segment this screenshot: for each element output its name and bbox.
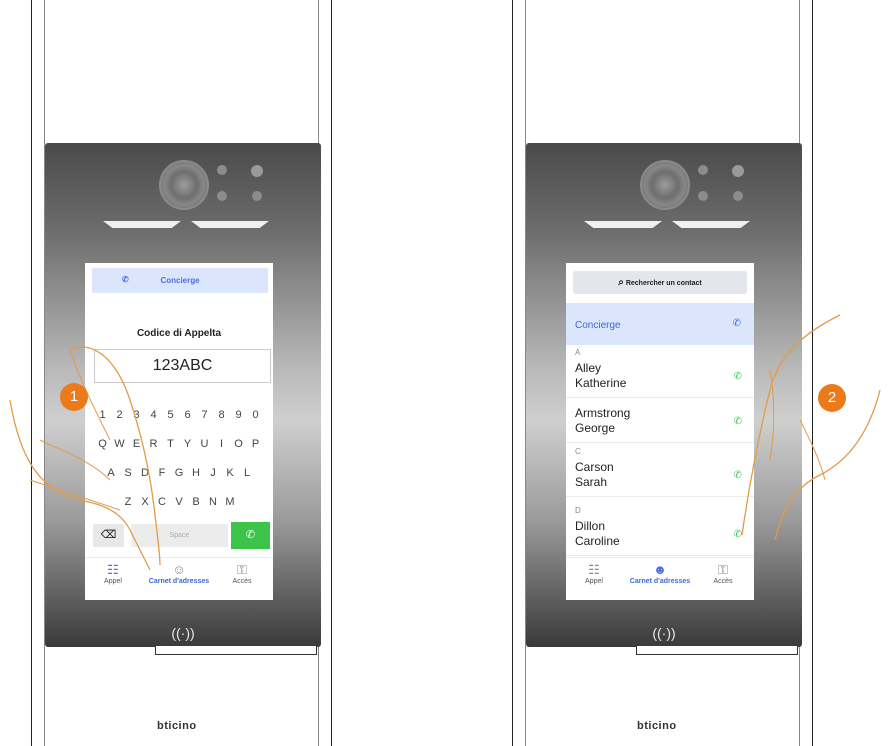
concierge-label: Concierge <box>160 276 200 285</box>
keyboard-key[interactable]: 9 <box>230 409 247 421</box>
nav-call-label: Appel <box>585 578 603 585</box>
keyboard-key[interactable]: 0 <box>247 409 264 421</box>
keyboard-key[interactable]: I <box>213 438 230 450</box>
search-label: Rechercher un contact <box>625 280 702 287</box>
step-badge: 2 <box>818 384 846 412</box>
sensor-dot <box>733 191 743 201</box>
panel-base-ledge <box>155 646 317 655</box>
bottom-nav: ☷ Appel ☻ Carnet d'adresses ⚿ Accès <box>566 557 754 600</box>
left-frame-rail <box>331 0 332 746</box>
panel-base-ledge <box>636 646 798 655</box>
light-slot <box>191 221 269 228</box>
nav-access[interactable]: ⚿ Accès <box>706 562 740 585</box>
sensor-dot <box>252 191 262 201</box>
sensor-dot <box>251 165 263 177</box>
keyboard-key[interactable]: P <box>247 438 264 450</box>
brand-logo: bticino <box>157 720 197 732</box>
code-title: Codice di Appelta <box>136 328 222 339</box>
nfc-reader-icon: ((·)) <box>652 625 676 641</box>
contact-name: Carson Sarah <box>575 460 614 489</box>
nav-addressbook-label: Carnet d'adresses <box>629 578 691 585</box>
phone-icon: ✆ <box>245 529 256 541</box>
keyboard-key[interactable]: M <box>222 496 239 508</box>
nav-access-label: Accès <box>232 578 252 585</box>
contacts-icon: ☻ <box>653 562 667 577</box>
contact-name: Dillon Caroline <box>575 519 620 548</box>
sensor-dot <box>732 165 744 177</box>
light-slot <box>672 221 750 228</box>
keyboard-key[interactable]: O <box>230 438 247 450</box>
sensor-dot <box>217 191 227 201</box>
step-badge: 1 <box>60 383 88 411</box>
search-icon: ⌕ <box>618 277 624 288</box>
touch-screen: ⌕ Rechercher un contact Concierge ✆ A Al… <box>566 263 754 600</box>
section-letter: D <box>575 506 581 515</box>
camera-lens <box>159 160 209 210</box>
call-button[interactable]: ✆ <box>231 522 270 549</box>
pointing-hand-illustration <box>9 346 161 571</box>
keyboard-key[interactable]: K <box>222 467 239 479</box>
concierge-call-button[interactable]: ✆ Concierge <box>92 268 268 293</box>
key-icon: ⚿ <box>718 562 728 577</box>
keyboard-key[interactable]: L <box>239 467 256 479</box>
concierge-label: Concierge <box>575 320 621 331</box>
contact-row[interactable]: Alley Katherine ✆ <box>566 359 754 398</box>
sensor-dot <box>217 165 227 175</box>
pointing-hand-illustration <box>741 314 881 541</box>
concierge-row[interactable]: Concierge ✆ <box>566 303 754 345</box>
keyboard-key[interactable]: 8 <box>213 409 230 421</box>
sensor-dot <box>698 191 708 201</box>
nav-access[interactable]: ⚿ Accès <box>225 562 259 585</box>
nav-addressbook[interactable]: ☻ Carnet d'adresses <box>620 562 700 585</box>
section-letter: C <box>575 447 581 456</box>
right-frame-rail <box>512 0 513 746</box>
contact-name: Alley Katherine <box>575 361 627 390</box>
contact-name: Armstrong George <box>575 406 631 435</box>
key-icon: ⚿ <box>237 562 247 577</box>
nav-access-label: Accès <box>713 578 733 585</box>
keyboard-key[interactable]: J <box>205 467 222 479</box>
contact-row[interactable]: Dillon Caroline ✆ <box>566 517 754 556</box>
keyboard-key[interactable]: N <box>205 496 222 508</box>
nfc-reader-icon: ((·)) <box>171 625 195 641</box>
sensor-dot <box>698 165 708 175</box>
camera-lens <box>640 160 690 210</box>
section-letter: A <box>575 348 581 357</box>
contact-row[interactable]: Armstrong George ✆ <box>566 404 754 443</box>
search-contact-button[interactable]: ⌕ Rechercher un contact <box>573 271 747 294</box>
light-slot <box>103 221 181 228</box>
keypad-icon: ☷ <box>588 562 600 577</box>
contact-row[interactable]: Carson Sarah ✆ <box>566 458 754 497</box>
light-slot <box>584 221 662 228</box>
nav-call[interactable]: ☷ Appel <box>578 562 610 585</box>
brand-logo: bticino <box>637 720 677 732</box>
